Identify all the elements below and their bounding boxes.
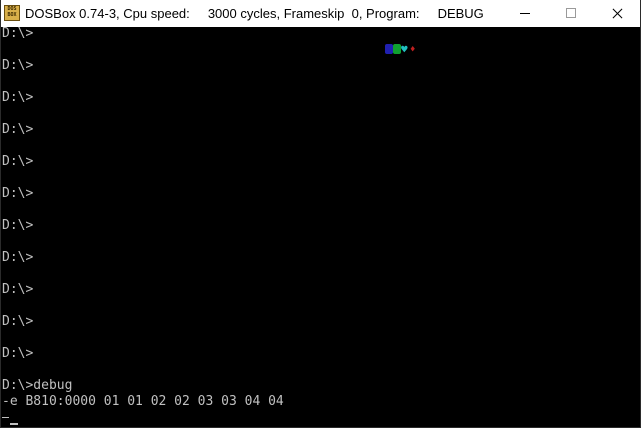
terminal-line: D:\> <box>2 314 34 329</box>
terminal-line: D:\> <box>2 250 34 265</box>
debug-prompt-line[interactable] <box>2 410 22 426</box>
terminal-line: D:\> <box>2 186 34 201</box>
dosbox-window: DOS BOX DOSBox 0.74-3, Cpu speed: 3000 c… <box>0 0 641 428</box>
blue-smiley-glyph <box>385 44 393 54</box>
terminal-line: D:\> <box>2 154 34 169</box>
video-memory-glyphs: ♥ ♦ <box>385 42 421 58</box>
terminal-line: D:\>debug <box>2 378 73 393</box>
terminal-line: D:\> <box>2 218 34 233</box>
text-cursor <box>10 423 18 425</box>
icon-text-bottom: BOX <box>7 12 17 18</box>
cyan-heart-glyph: ♥ <box>401 43 408 56</box>
terminal-line: D:\> <box>2 346 34 361</box>
dos-terminal[interactable]: D:\> D:\> D:\> D:\> D:\> D:\> D:\> D:\> … <box>1 27 640 427</box>
close-button[interactable] <box>594 0 640 27</box>
terminal-line: D:\> <box>2 90 34 105</box>
minimize-button[interactable] <box>502 0 548 27</box>
terminal-line: -e B810:0000 01 01 02 02 03 03 04 04 <box>2 394 284 409</box>
red-diamond-glyph: ♦ <box>410 45 416 55</box>
title-bar[interactable]: DOS BOX DOSBox 0.74-3, Cpu speed: 3000 c… <box>1 0 640 27</box>
debug-prompt <box>2 417 9 418</box>
terminal-line: D:\> <box>2 58 34 73</box>
maximize-button[interactable] <box>548 0 594 27</box>
green-smiley-glyph <box>393 44 401 54</box>
dosbox-icon[interactable]: DOS BOX <box>4 5 20 21</box>
window-title: DOSBox 0.74-3, Cpu speed: 3000 cycles, F… <box>25 6 484 21</box>
terminal-line: D:\> <box>2 27 34 41</box>
terminal-line: D:\> <box>2 122 34 137</box>
terminal-line: D:\> <box>2 282 34 297</box>
